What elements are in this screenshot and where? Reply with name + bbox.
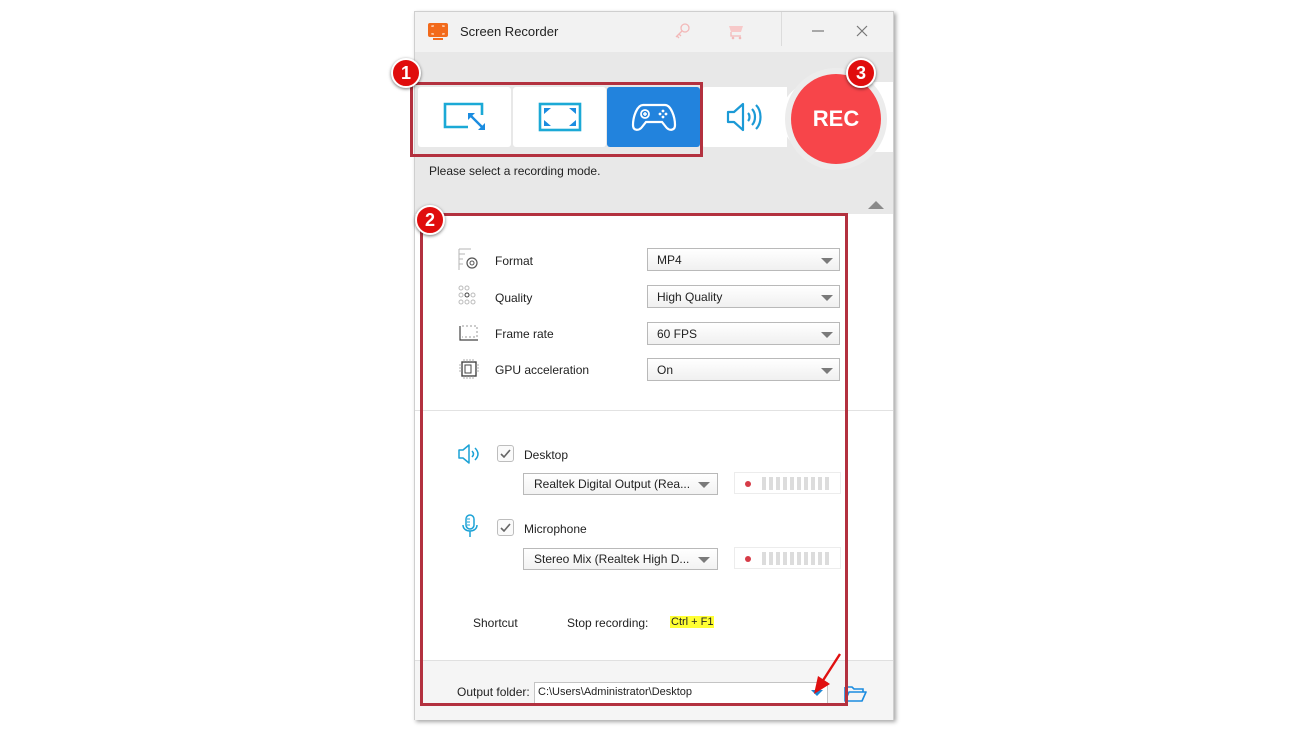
mode-fullscreen-button[interactable]	[513, 87, 606, 147]
quality-dots-icon	[458, 285, 476, 305]
output-folder-label: Output folder:	[457, 685, 530, 699]
gpu-acceleration-label: GPU acceleration	[495, 363, 590, 377]
fullscreen-icon	[538, 102, 581, 132]
microphone-icon	[462, 514, 478, 537]
app-logo-icon	[428, 23, 448, 40]
region-resize-icon	[443, 102, 485, 130]
mode-audio-button[interactable]	[702, 87, 787, 147]
chevron-down-icon	[821, 332, 833, 338]
annotation-badge-2: 2	[415, 205, 445, 235]
rec-button[interactable]: REC	[791, 74, 881, 164]
quality-label: Quality	[495, 291, 533, 305]
section-divider	[415, 410, 893, 411]
stop-recording-hotkey[interactable]: Ctrl + F1	[670, 616, 715, 628]
annotation-badge-1: 1	[391, 58, 421, 88]
chevron-down-icon	[698, 557, 710, 563]
format-gear-icon	[458, 248, 478, 270]
microphone-device-select[interactable]: Stereo Mix (Realtek High D...	[523, 548, 718, 570]
gpu-acceleration-value: On	[657, 363, 674, 377]
meter-indicator-dot	[745, 556, 751, 562]
chevron-down-icon	[698, 482, 710, 488]
output-folder-input[interactable]: C:\Users\Administrator\Desktop	[534, 682, 828, 704]
frame-rate-label: Frame rate	[495, 327, 554, 341]
close-button[interactable]	[849, 18, 875, 44]
format-value: MP4	[657, 253, 682, 267]
mode-hint-text: Please select a recording mode.	[429, 164, 601, 178]
title-bar: Screen Recorder	[415, 12, 893, 52]
quality-select[interactable]: High Quality	[647, 285, 840, 308]
frame-rate-select[interactable]: 60 FPS	[647, 322, 840, 345]
mode-region-button[interactable]	[418, 87, 511, 147]
output-folder-dropdown[interactable]	[811, 690, 823, 696]
format-label: Format	[495, 254, 534, 268]
checkmark-icon	[500, 449, 511, 458]
meter-indicator-dot	[745, 481, 751, 487]
microphone-checkbox[interactable]	[497, 519, 514, 536]
checkmark-icon	[500, 523, 511, 532]
output-footer: Output folder: C:\Users\Administrator\De…	[415, 660, 893, 720]
stop-recording-label: Stop recording:	[567, 616, 649, 630]
desktop-device-value: Realtek Digital Output (Rea...	[534, 477, 691, 491]
titlebar-separator	[781, 12, 782, 46]
window-title: Screen Recorder	[460, 24, 559, 39]
key-icon[interactable]	[672, 21, 692, 41]
chevron-down-icon	[821, 368, 833, 374]
desktop-audio-checkbox[interactable]	[497, 445, 514, 462]
chevron-down-icon	[821, 295, 833, 301]
screen-recorder-window: Screen Recorder REC Please select a reco…	[414, 11, 894, 720]
cart-icon[interactable]	[726, 21, 746, 41]
gamepad-icon	[631, 103, 676, 131]
annotation-badge-3: 3	[846, 58, 876, 88]
frame-rate-value: 60 FPS	[657, 327, 698, 341]
desktop-volume-meter	[734, 472, 841, 494]
chevron-down-icon	[821, 258, 833, 264]
output-folder-path: C:\Users\Administrator\Desktop	[538, 686, 693, 698]
collapse-panel-toggle[interactable]	[867, 199, 885, 211]
mode-game-button[interactable]	[607, 87, 700, 147]
format-select[interactable]: MP4	[647, 248, 840, 271]
desktop-speaker-icon	[458, 444, 479, 464]
quality-value: High Quality	[657, 290, 723, 304]
gpu-acceleration-select[interactable]: On	[647, 358, 840, 381]
microphone-device-value: Stereo Mix (Realtek High D...	[534, 552, 690, 566]
minimize-button[interactable]	[805, 18, 831, 44]
recording-mode-bar: REC Please select a recording mode.	[415, 52, 893, 214]
speaker-icon	[726, 102, 762, 132]
desktop-audio-label: Desktop	[524, 448, 569, 462]
shortcut-label: Shortcut	[473, 616, 518, 630]
open-folder-icon[interactable]	[843, 683, 867, 703]
frame-rate-icon	[459, 325, 478, 341]
gpu-chip-icon	[459, 359, 479, 379]
desktop-device-select[interactable]: Realtek Digital Output (Rea...	[523, 473, 718, 495]
microphone-label: Microphone	[524, 522, 587, 536]
settings-panel: Format MP4 Quality High Quality Frame ra…	[415, 214, 893, 660]
microphone-volume-meter	[734, 547, 841, 569]
